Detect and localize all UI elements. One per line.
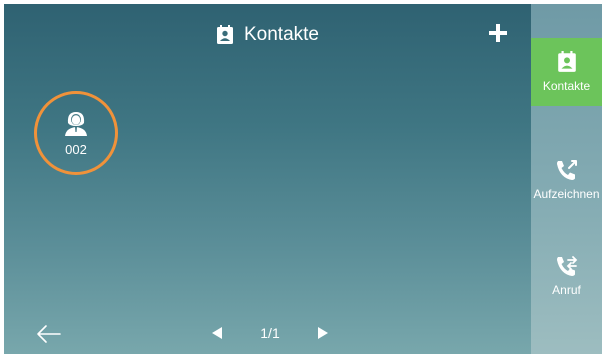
triangle-right-icon — [318, 327, 328, 339]
sidebar: Kontakte Aufzeichnen Anruf — [531, 4, 602, 354]
back-button[interactable] — [34, 322, 64, 346]
person-avatar-icon — [63, 110, 89, 136]
sidebar-item-label: Aufzeichnen — [533, 187, 600, 201]
prev-page-button[interactable] — [210, 326, 224, 340]
sidebar-item-anruf[interactable]: Anruf — [531, 242, 602, 310]
device-screen: Kontakte 002 1/1 Kontakte Aufzeichnen An… — [4, 4, 602, 354]
sidebar-item-label: Kontakte — [542, 79, 591, 93]
contact-name: 002 — [65, 141, 87, 157]
phone-record-icon — [555, 159, 579, 181]
contacts-card-icon — [216, 25, 234, 45]
contact-item[interactable]: 002 — [34, 91, 118, 175]
plus-icon — [489, 24, 507, 42]
next-page-button[interactable] — [316, 326, 330, 340]
sidebar-item-kontakte[interactable]: Kontakte — [531, 38, 602, 106]
sidebar-item-aufzeichnen[interactable]: Aufzeichnen — [531, 146, 602, 214]
triangle-left-icon — [212, 327, 222, 339]
main-panel: Kontakte 002 1/1 — [4, 4, 531, 354]
phone-transfer-icon — [555, 255, 579, 277]
header: Kontakte — [4, 18, 531, 52]
sidebar-item-label: Anruf — [552, 283, 581, 297]
pagination: 1/1 — [210, 320, 330, 346]
contacts-card-icon — [557, 51, 577, 73]
page-indicator: 1/1 — [260, 325, 280, 341]
arrow-left-icon — [37, 325, 61, 343]
add-contact-button[interactable] — [487, 22, 509, 44]
page-title: Kontakte — [244, 24, 319, 45]
